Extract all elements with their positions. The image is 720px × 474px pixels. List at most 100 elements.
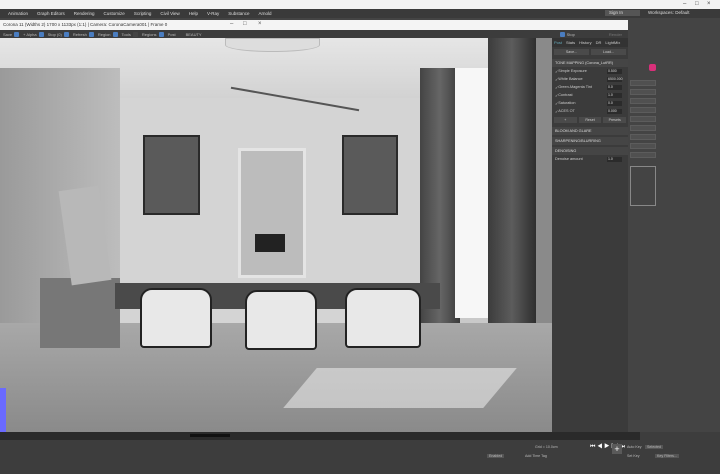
menu-rendering[interactable]: Rendering bbox=[74, 11, 95, 16]
alpha-icon bbox=[38, 31, 44, 37]
workspace-selector[interactable]: Workspaces: Default bbox=[648, 10, 689, 15]
label: Regions bbox=[141, 31, 157, 37]
channel-dropdown[interactable]: BEAUTY bbox=[186, 32, 202, 37]
param-label: ACES OT bbox=[558, 109, 575, 113]
vfb-toolbar: Save + Alpha Stop (0) Refresh Region Too… bbox=[0, 30, 628, 38]
command-button[interactable] bbox=[630, 89, 656, 95]
auto-key-button[interactable]: Auto Key bbox=[627, 445, 642, 449]
grid-readout: Grid = 10.0cm bbox=[535, 445, 558, 449]
command-button[interactable] bbox=[630, 143, 656, 149]
curtain-left bbox=[420, 68, 460, 358]
vfb-save-button[interactable]: Save bbox=[3, 31, 20, 37]
tab-dr[interactable]: DR bbox=[596, 40, 602, 45]
selection-marker bbox=[0, 388, 6, 432]
region-icon bbox=[88, 31, 94, 37]
param-label: Green-Magenta Tint bbox=[558, 85, 592, 89]
window bbox=[455, 68, 490, 318]
tab-post[interactable]: Post bbox=[554, 40, 562, 45]
menu-help[interactable]: Help bbox=[189, 11, 198, 16]
tools-icon bbox=[112, 31, 118, 37]
param-input[interactable]: 1.0 bbox=[607, 92, 622, 98]
tab-lightmix[interactable]: LightMix bbox=[605, 40, 620, 45]
param-input[interactable]: 0.0 bbox=[607, 84, 622, 90]
add-key-button[interactable]: + bbox=[612, 444, 622, 454]
menu-bar: Animation Graph Editors Rendering Custom… bbox=[0, 9, 720, 18]
menu-civil-view[interactable]: Civil View bbox=[160, 11, 179, 16]
maximize-button[interactable]: □ bbox=[695, 1, 699, 7]
command-button[interactable] bbox=[630, 134, 656, 140]
set-key-button[interactable]: Set Key bbox=[627, 454, 640, 458]
add-time-tag-button[interactable]: Add Time Tag bbox=[525, 454, 547, 458]
chair bbox=[245, 290, 317, 350]
denoise-row: Denoise amount 1.0 bbox=[552, 155, 628, 163]
vfb-minimize-button[interactable]: – bbox=[230, 21, 233, 27]
vfb-alpha-button[interactable]: + Alpha bbox=[23, 31, 44, 37]
refresh-icon bbox=[63, 31, 69, 37]
menu-animation[interactable]: Animation bbox=[8, 11, 28, 16]
vfb-title-bar: Corona 11 (Widths 2) 1700 x 1133px (1:1)… bbox=[0, 20, 628, 30]
command-button[interactable] bbox=[630, 98, 656, 104]
denoising-header[interactable]: DENOISING bbox=[552, 147, 628, 155]
vfb-tools-button[interactable]: Tools bbox=[121, 31, 138, 37]
label: Stop (0) bbox=[47, 31, 62, 37]
label: Tools bbox=[121, 31, 131, 37]
param-input[interactable]: 0.0 bbox=[607, 100, 622, 106]
sunlight-patch bbox=[283, 368, 517, 408]
vfb-title: Corona 11 (Widths 2) 1700 x 1133px (1:1)… bbox=[3, 22, 168, 27]
tv bbox=[255, 234, 285, 252]
vfb-settings-panel: Post Stats History DR LightMix Save... Lo… bbox=[552, 38, 628, 432]
vfb-close-button[interactable]: × bbox=[258, 21, 262, 27]
tone-mapping-header[interactable]: TONE MAPPING (Corona_LutRR) bbox=[552, 59, 628, 67]
app-title-bar: – □ × bbox=[0, 0, 720, 9]
param-label: Simple Exposure bbox=[558, 69, 587, 73]
doorway bbox=[238, 148, 306, 278]
vfb-render-button[interactable]: Render bbox=[609, 32, 622, 37]
vfb-stop-button[interactable]: Stop (0) bbox=[47, 31, 69, 37]
tab-stats[interactable]: Stats bbox=[566, 40, 575, 45]
command-button[interactable] bbox=[630, 152, 656, 158]
param-label: Contrast bbox=[558, 93, 573, 97]
selected-dropdown[interactable]: Selected bbox=[645, 445, 663, 449]
command-button[interactable] bbox=[630, 116, 656, 122]
vfb-regions-button[interactable]: Regions bbox=[141, 31, 164, 37]
vfb-region-button[interactable]: Region bbox=[98, 31, 118, 37]
menu-customize[interactable]: Customize bbox=[104, 11, 125, 16]
sharpening-header[interactable]: SHARPENING/BLURRING bbox=[552, 137, 628, 145]
color-swatch[interactable] bbox=[649, 64, 656, 71]
time-slider[interactable] bbox=[0, 432, 640, 440]
param-input[interactable]: 0.500 bbox=[607, 68, 622, 74]
save-preset-button[interactable]: Save... bbox=[554, 49, 589, 55]
close-button[interactable]: × bbox=[707, 1, 711, 7]
denoise-amount-input[interactable]: 1.0 bbox=[607, 156, 622, 162]
add-operator-button[interactable]: + bbox=[554, 117, 577, 123]
timeline-status-bar: Grid = 10.0cm Enabled Add Time Tag ⏮ ◀ ▶… bbox=[0, 432, 720, 474]
menu-arnold[interactable]: Arnold bbox=[259, 11, 272, 16]
time-slider-handle[interactable] bbox=[190, 434, 230, 437]
menu-graph-editors[interactable]: Graph Editors bbox=[37, 11, 65, 16]
presets-button[interactable]: Presets bbox=[603, 117, 627, 123]
command-button[interactable] bbox=[630, 80, 656, 86]
bloom-glare-header[interactable]: BLOOM AND GLARE bbox=[552, 127, 628, 135]
load-preset-button[interactable]: Load... bbox=[591, 49, 626, 55]
menu-scripting[interactable]: Scripting bbox=[134, 11, 152, 16]
workspace-value: Default bbox=[675, 10, 690, 15]
vfb-post-button[interactable]: Post bbox=[168, 32, 176, 37]
param-label: Denoise amount bbox=[555, 157, 583, 161]
minimize-button[interactable]: – bbox=[683, 1, 686, 7]
vfb-refresh-button[interactable]: Refresh bbox=[73, 31, 94, 37]
reset-button[interactable]: Reset bbox=[578, 117, 602, 123]
param-input[interactable]: 0.000 bbox=[607, 108, 622, 114]
enabled-toggle[interactable]: Enabled bbox=[487, 454, 505, 458]
sign-in-dropdown[interactable]: Sign In bbox=[605, 10, 640, 16]
param-input[interactable]: 6500.000 bbox=[607, 76, 623, 82]
menu-vray[interactable]: V-Ray bbox=[207, 11, 219, 16]
key-filters-button[interactable]: Key Filters... bbox=[655, 454, 679, 458]
param-label: White Balance bbox=[558, 77, 583, 81]
regions-icon bbox=[132, 31, 138, 37]
command-button[interactable] bbox=[630, 107, 656, 113]
command-button[interactable] bbox=[630, 125, 656, 131]
vfb-maximize-button[interactable]: □ bbox=[243, 21, 247, 27]
menu-substance[interactable]: Substance bbox=[228, 11, 249, 16]
tab-history[interactable]: History bbox=[579, 40, 591, 45]
vfb-stop-render-button[interactable]: Stop bbox=[559, 31, 575, 37]
